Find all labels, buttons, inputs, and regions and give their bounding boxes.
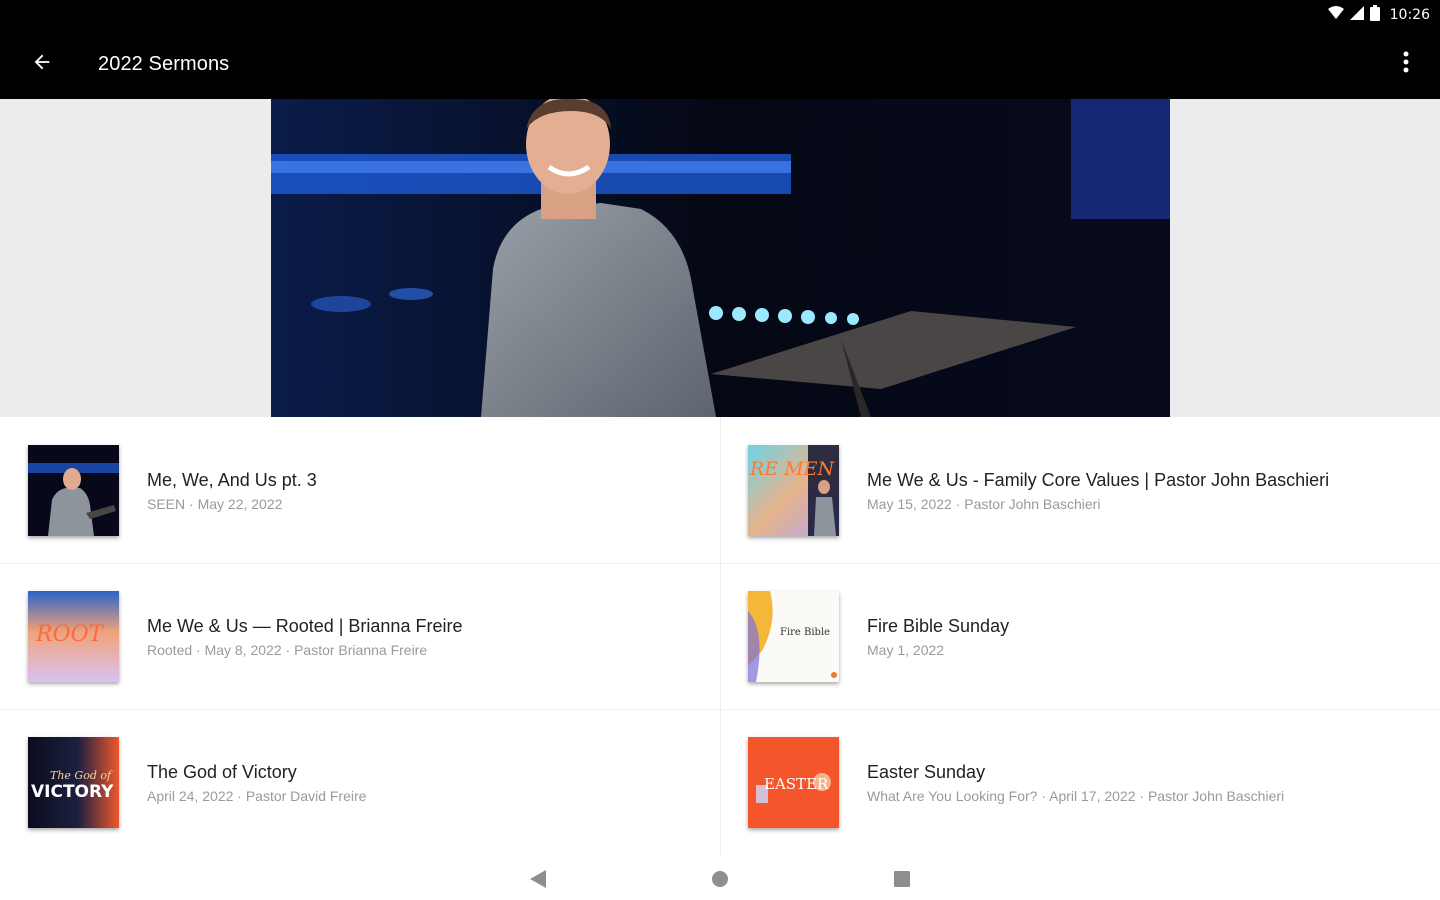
thumb-text: RE MEN US (749, 458, 839, 480)
sermon-thumbnail (28, 445, 119, 536)
sermon-subtitle: What Are You Looking For? · April 17, 20… (867, 788, 1285, 804)
sermon-list: Me, We, And Us pt. 3 SEEN · May 22, 2022… (0, 417, 1440, 855)
hero-photo (271, 99, 1170, 417)
sermon-subtitle: May 1, 2022 (867, 642, 945, 658)
nav-home-button[interactable] (700, 863, 740, 899)
nav-recents-button[interactable] (882, 863, 922, 899)
sermon-title: Me We & Us - Family Core Values | Pastor… (867, 470, 1330, 490)
sermon-thumbnail: The God of VICTORY (28, 737, 119, 828)
thumb-text: ROOT (35, 622, 106, 647)
sermon-subtitle: SEEN · May 22, 2022 (147, 496, 283, 512)
status-time: 10:26 (1389, 7, 1430, 23)
wifi-icon (1327, 5, 1344, 25)
circle-home-icon (711, 870, 729, 893)
thumb-text: EASTER (764, 775, 829, 793)
page-title: 2022 Sermons (98, 53, 230, 75)
series-hero (0, 99, 1440, 417)
sermon-title: Easter Sunday (867, 762, 986, 782)
sermon-item[interactable]: The God of VICTORY The God of Victory Ap… (0, 709, 720, 855)
more-vertical-icon (1403, 51, 1409, 78)
sermon-thumbnail: Fire Bible (748, 591, 839, 682)
battery-icon (1369, 4, 1380, 26)
sermon-subtitle: Rooted · May 8, 2022 · Pastor Brianna Fr… (147, 642, 428, 658)
sermon-title: Fire Bible Sunday (867, 616, 1010, 636)
sermon-thumbnail: ROOT (28, 591, 119, 682)
sermon-item[interactable]: Me, We, And Us pt. 3 SEEN · May 22, 2022 (0, 417, 720, 563)
sermon-title: Me, We, And Us pt. 3 (147, 470, 317, 490)
sermon-item[interactable]: EASTER Easter Sunday What Are You Lookin… (720, 709, 1440, 855)
more-options-button[interactable] (1388, 30, 1424, 99)
sermon-subtitle: April 24, 2022 · Pastor David Freire (147, 788, 367, 804)
square-recents-icon (894, 870, 910, 892)
sermon-title: The God of Victory (147, 762, 297, 782)
sermon-thumbnail: RE MEN US (748, 445, 839, 536)
sermon-title: Me We & Us — Rooted | Brianna Freire (147, 616, 463, 636)
system-nav-bar (0, 855, 1440, 900)
app-bar: 2022 Sermons (0, 30, 1440, 99)
arrow-left-icon (31, 51, 53, 78)
thumb-text: VICTORY (31, 782, 114, 802)
thumb-text: The God of (50, 769, 113, 782)
nav-back-button[interactable] (518, 863, 558, 899)
back-button[interactable] (0, 30, 84, 99)
sermon-item[interactable]: ROOT Me We & Us — Rooted | Brianna Freir… (0, 563, 720, 709)
sermon-item[interactable]: Fire Bible Fire Bible Sunday May 1, 2022 (720, 563, 1440, 709)
cell-signal-icon (1349, 5, 1364, 25)
status-bar: 10:26 (0, 0, 1440, 30)
thumb-text: Fire Bible (780, 627, 830, 638)
sermon-thumbnail: EASTER (748, 737, 839, 828)
sermon-item[interactable]: RE MEN US Me We & Us - Family Core Value… (720, 417, 1440, 563)
sermon-subtitle: May 15, 2022 · Pastor John Baschieri (867, 496, 1101, 512)
triangle-back-icon (530, 869, 546, 893)
series-hero-image (271, 99, 1170, 417)
